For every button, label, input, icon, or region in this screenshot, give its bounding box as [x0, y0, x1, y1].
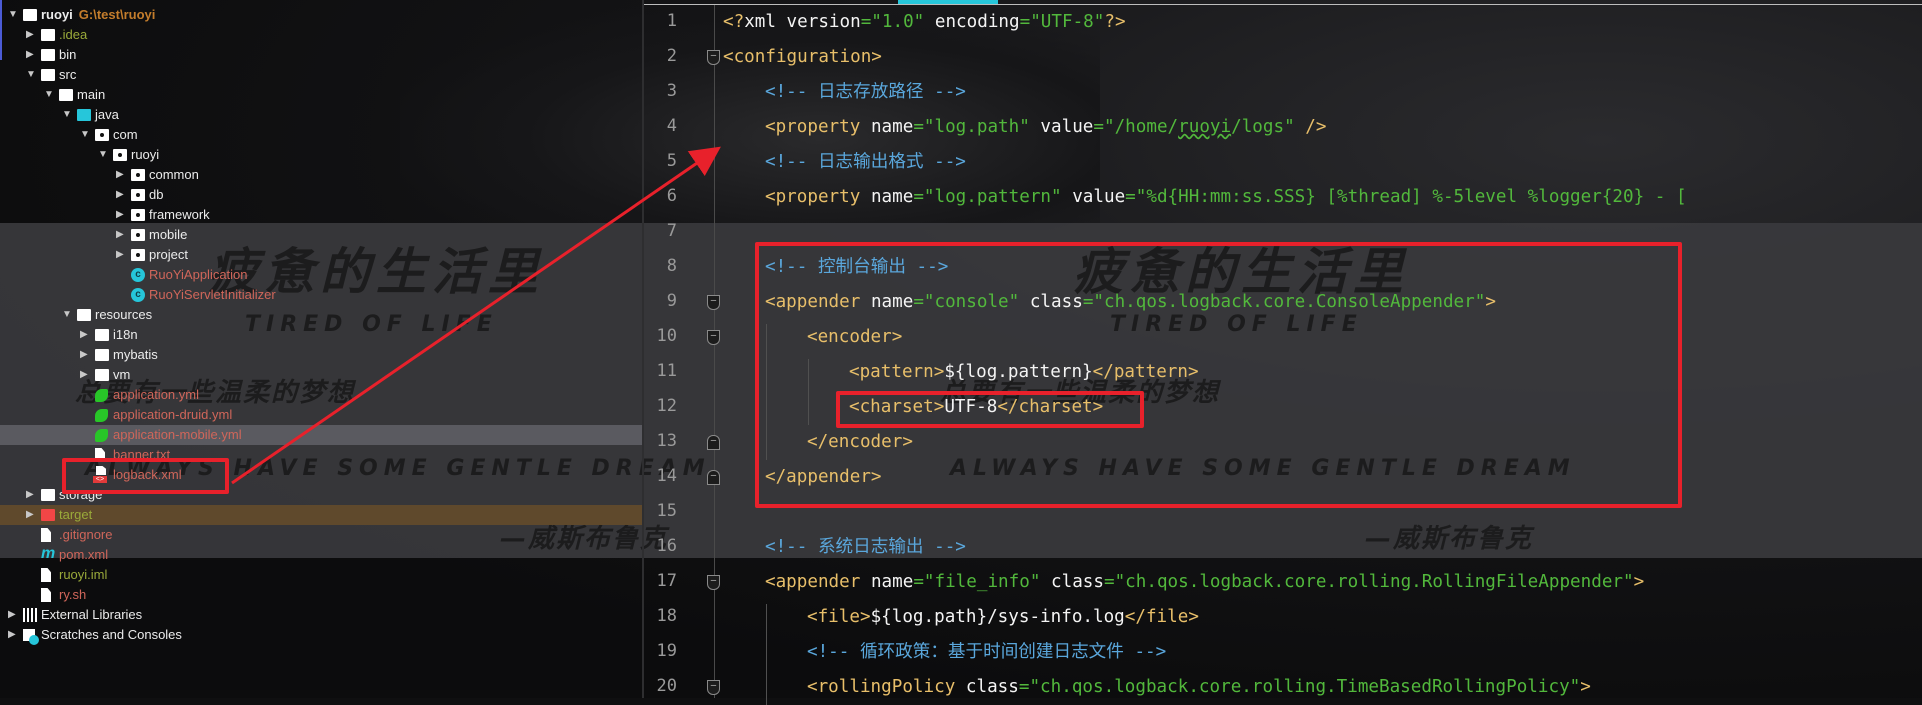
annotation-arrow — [231, 146, 721, 485]
